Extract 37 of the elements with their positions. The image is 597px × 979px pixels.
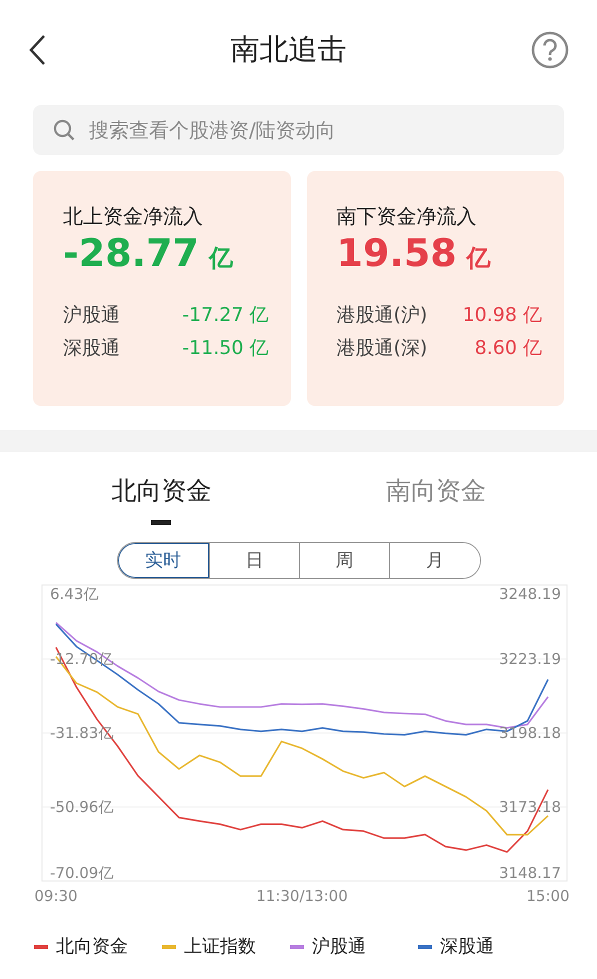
tab-indicator <box>151 520 172 524</box>
help-icon[interactable] <box>531 31 569 69</box>
unit-label: 亿 <box>466 244 491 273</box>
channel-label: 深股通 <box>63 336 120 361</box>
y-axis-label: 3198.18 <box>498 724 561 742</box>
channel-label: 沪股通 <box>63 302 120 328</box>
channel-label: 港股通(深) <box>336 336 428 361</box>
flow-value: -28.77 <box>63 231 199 277</box>
legend-label: 深股通 <box>440 935 494 959</box>
period-tab[interactable]: 月 <box>389 543 480 578</box>
page-title: 南北追击 <box>230 31 346 68</box>
x-axis-label: 15:00 <box>526 887 570 905</box>
channel-value: -11.50 亿 <box>182 336 268 361</box>
tab[interactable]: 北向资金 <box>111 472 212 510</box>
y-axis-label: 3223.19 <box>498 650 561 668</box>
channel-value: -17.27 亿 <box>182 302 268 328</box>
flow-value: 19.58 <box>336 231 457 277</box>
channel-label: 港股通(沪) <box>336 302 428 328</box>
y-axis-label: 6.43亿 <box>50 585 98 603</box>
x-axis-label: 11:30/13:00 <box>256 887 348 905</box>
legend-label: 北向资金 <box>56 935 128 959</box>
card-title: 北上资金净流入 <box>63 203 204 230</box>
back-icon[interactable] <box>28 34 46 66</box>
period-tab[interactable]: 实时 <box>118 543 209 578</box>
card-title: 南下资金净流入 <box>336 203 478 230</box>
y-axis-label: 3148.17 <box>498 864 561 882</box>
channel-value: 10.98 亿 <box>462 302 542 328</box>
search-field[interactable]: 搜索查看个股港资/陆资动向 <box>33 105 564 155</box>
x-axis-label: 09:30 <box>34 887 78 905</box>
unit-label: 亿 <box>208 244 233 273</box>
y-axis-label: -50.96亿 <box>50 798 114 816</box>
legend-label: 沪股通 <box>312 935 366 959</box>
tab[interactable]: 南向资金 <box>386 472 486 510</box>
channel-value: 8.60 亿 <box>474 336 542 361</box>
y-axis-label: 3248.19 <box>498 585 561 603</box>
y-axis-label: -70.09亿 <box>50 864 114 882</box>
legend-label: 上证指数 <box>184 935 256 959</box>
